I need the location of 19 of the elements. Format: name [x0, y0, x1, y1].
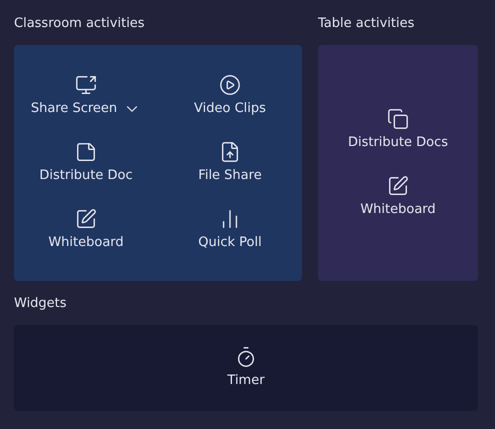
activity-button[interactable]: File Share: [198, 141, 262, 185]
upload-document-icon: [219, 141, 241, 163]
activity-button[interactable]: Distribute Docs: [348, 108, 448, 152]
section-title: Table activities: [318, 15, 416, 33]
document-icon: [75, 141, 97, 163]
play-icon: [218, 74, 241, 96]
activity-button[interactable]: Share Screen: [30, 74, 142, 118]
section-title: Classroom activities: [14, 15, 146, 33]
activity-button[interactable]: Timer: [227, 346, 265, 390]
activity-button[interactable]: Whiteboard: [48, 208, 124, 252]
monitor-arrow-icon: [75, 74, 97, 96]
section-title: Widgets: [14, 295, 68, 313]
activity-button[interactable]: Distribute Doc: [39, 141, 133, 185]
activity-button[interactable]: Video Clips: [194, 74, 266, 118]
pen-square-icon: [75, 208, 97, 230]
activity-button[interactable]: Whiteboard: [360, 174, 436, 218]
pen-square-icon: [387, 174, 409, 196]
documents-icon: [387, 108, 409, 130]
activity-button[interactable]: Quick Poll: [198, 208, 262, 252]
